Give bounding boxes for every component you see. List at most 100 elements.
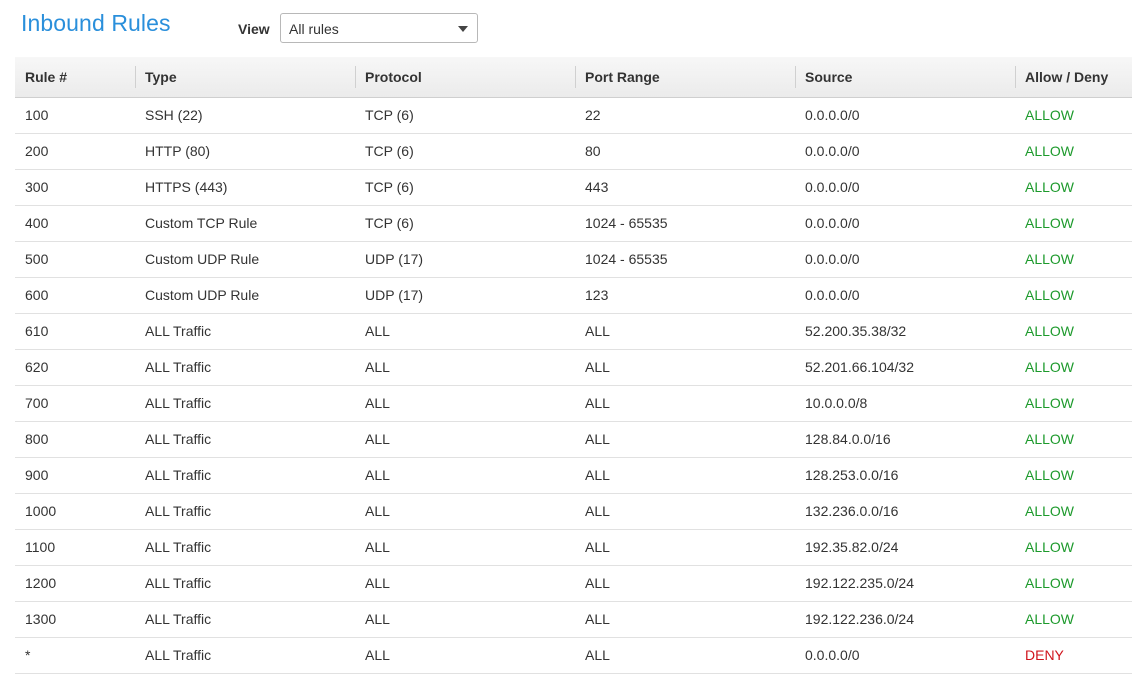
action-cell: ALLOW xyxy=(1015,529,1132,566)
port-range-cell: ALL xyxy=(575,529,795,566)
port-range-cell: ALL xyxy=(575,349,795,386)
source-cell: 10.0.0.0/8 xyxy=(795,385,1015,422)
type-cell: ALL Traffic xyxy=(135,601,355,638)
port-range-cell: ALL xyxy=(575,385,795,422)
source-cell: 0.0.0.0/0 xyxy=(795,241,1015,278)
source-cell: 132.236.0.0/16 xyxy=(795,493,1015,530)
type-cell: Custom UDP Rule xyxy=(135,241,355,278)
action-cell: ALLOW xyxy=(1015,169,1132,206)
table-row[interactable]: 610 ALL Traffic ALL ALL 52.200.35.38/32 ALLOW xyxy=(15,313,1132,350)
table-row[interactable]: 700 ALL Traffic ALL ALL 10.0.0.0/8 ALLOW xyxy=(15,385,1132,422)
table-row[interactable]: 1100 ALL Traffic ALL ALL 192.35.82.0/24 ALLOW xyxy=(15,529,1132,566)
table-row[interactable]: 200 HTTP (80) TCP (6) 80 0.0.0.0/0 ALLOW xyxy=(15,133,1132,170)
protocol-cell: ALL xyxy=(355,637,575,674)
column-header-allow-deny[interactable]: Allow / Deny xyxy=(1015,57,1132,98)
source-cell: 128.253.0.0/16 xyxy=(795,457,1015,494)
caret-down-icon xyxy=(458,26,468,32)
type-cell: ALL Traffic xyxy=(135,349,355,386)
type-cell: SSH (22) xyxy=(135,97,355,134)
source-cell: 192.122.235.0/24 xyxy=(795,565,1015,602)
column-header-rule-number[interactable]: Rule # xyxy=(15,57,135,98)
action-cell: ALLOW xyxy=(1015,421,1132,458)
rule-number-cell: 800 xyxy=(15,421,135,458)
table-row[interactable]: 1000 ALL Traffic ALL ALL 132.236.0.0/16 ALLOW xyxy=(15,493,1132,530)
protocol-cell: ALL xyxy=(355,493,575,530)
type-cell: ALL Traffic xyxy=(135,493,355,530)
table-header-row: Rule # Type Protocol Port Range Source A… xyxy=(15,57,1132,98)
table-row[interactable]: 400 Custom TCP Rule TCP (6) 1024 - 65535 0.0… xyxy=(15,205,1132,242)
rule-number-cell: 900 xyxy=(15,457,135,494)
table-row[interactable]: 620 ALL Traffic ALL ALL 52.201.66.104/32 ALLO… xyxy=(15,349,1132,386)
port-range-cell: ALL xyxy=(575,457,795,494)
table-row[interactable]: 100 SSH (22) TCP (6) 22 0.0.0.0/0 ALLOW xyxy=(15,97,1132,134)
source-cell: 0.0.0.0/0 xyxy=(795,277,1015,314)
rule-number-cell: 1000 xyxy=(15,493,135,530)
table-row[interactable]: 300 HTTPS (443) TCP (6) 443 0.0.0.0/0 ALLOW xyxy=(15,169,1132,206)
protocol-cell: TCP (6) xyxy=(355,205,575,242)
port-range-cell: 443 xyxy=(575,169,795,206)
action-cell: ALLOW xyxy=(1015,493,1132,530)
rule-number-cell: 200 xyxy=(15,133,135,170)
table-row[interactable]: 600 Custom UDP Rule UDP (17) 123 0.0.0.0/0 AL… xyxy=(15,277,1132,314)
protocol-cell: ALL xyxy=(355,565,575,602)
rule-number-cell: * xyxy=(15,637,135,674)
type-cell: ALL Traffic xyxy=(135,421,355,458)
column-header-source[interactable]: Source xyxy=(795,57,1015,98)
view-label: View xyxy=(238,21,270,37)
protocol-cell: TCP (6) xyxy=(355,169,575,206)
rule-number-cell: 1300 xyxy=(15,601,135,638)
table-row[interactable]: 900 ALL Traffic ALL ALL 128.253.0.0/16 ALLOW xyxy=(15,457,1132,494)
rule-number-cell: 620 xyxy=(15,349,135,386)
port-range-cell: 123 xyxy=(575,277,795,314)
source-cell: 52.200.35.38/32 xyxy=(795,313,1015,350)
port-range-cell: 1024 - 65535 xyxy=(575,205,795,242)
action-cell: ALLOW xyxy=(1015,385,1132,422)
protocol-cell: ALL xyxy=(355,385,575,422)
action-cell: ALLOW xyxy=(1015,313,1132,350)
source-cell: 192.122.236.0/24 xyxy=(795,601,1015,638)
action-cell: ALLOW xyxy=(1015,565,1132,602)
type-cell: ALL Traffic xyxy=(135,529,355,566)
port-range-cell: ALL xyxy=(575,601,795,638)
type-cell: ALL Traffic xyxy=(135,385,355,422)
protocol-cell: ALL xyxy=(355,313,575,350)
header: Inbound Rules View All rules xyxy=(0,0,1132,56)
type-cell: HTTP (80) xyxy=(135,133,355,170)
protocol-cell: ALL xyxy=(355,529,575,566)
table-row[interactable]: 1300 ALL Traffic ALL ALL 192.122.236.0/24 ALL… xyxy=(15,601,1132,638)
source-cell: 0.0.0.0/0 xyxy=(795,133,1015,170)
view-select[interactable]: All rules xyxy=(280,13,478,43)
column-header-port-range[interactable]: Port Range xyxy=(575,57,795,98)
table-row[interactable]: * ALL Traffic ALL ALL 0.0.0.0/0 DENY xyxy=(15,637,1132,674)
type-cell: ALL Traffic xyxy=(135,457,355,494)
type-cell: HTTPS (443) xyxy=(135,169,355,206)
action-cell: DENY xyxy=(1015,637,1132,674)
port-range-cell: ALL xyxy=(575,313,795,350)
protocol-cell: TCP (6) xyxy=(355,97,575,134)
inbound-rules-table: Rule # Type Protocol Port Range Source A… xyxy=(15,57,1132,674)
source-cell: 0.0.0.0/0 xyxy=(795,205,1015,242)
table-row[interactable]: 1200 ALL Traffic ALL ALL 192.122.235.0/24 ALL… xyxy=(15,565,1132,602)
action-cell: ALLOW xyxy=(1015,457,1132,494)
port-range-cell: ALL xyxy=(575,493,795,530)
action-cell: ALLOW xyxy=(1015,205,1132,242)
rule-number-cell: 700 xyxy=(15,385,135,422)
action-cell: ALLOW xyxy=(1015,97,1132,134)
table-row[interactable]: 500 Custom UDP Rule UDP (17) 1024 - 65535 0.… xyxy=(15,241,1132,278)
table-row[interactable]: 800 ALL Traffic ALL ALL 128.84.0.0/16 ALLOW xyxy=(15,421,1132,458)
type-cell: Custom TCP Rule xyxy=(135,205,355,242)
column-header-type[interactable]: Type xyxy=(135,57,355,98)
view-select-value: All rules xyxy=(289,21,339,37)
column-header-protocol[interactable]: Protocol xyxy=(355,57,575,98)
protocol-cell: UDP (17) xyxy=(355,277,575,314)
type-cell: Custom UDP Rule xyxy=(135,277,355,314)
protocol-cell: TCP (6) xyxy=(355,133,575,170)
source-cell: 0.0.0.0/0 xyxy=(795,169,1015,206)
type-cell: ALL Traffic xyxy=(135,313,355,350)
port-range-cell: 22 xyxy=(575,97,795,134)
source-cell: 128.84.0.0/16 xyxy=(795,421,1015,458)
type-cell: ALL Traffic xyxy=(135,565,355,602)
rule-number-cell: 500 xyxy=(15,241,135,278)
protocol-cell: ALL xyxy=(355,457,575,494)
port-range-cell: ALL xyxy=(575,565,795,602)
